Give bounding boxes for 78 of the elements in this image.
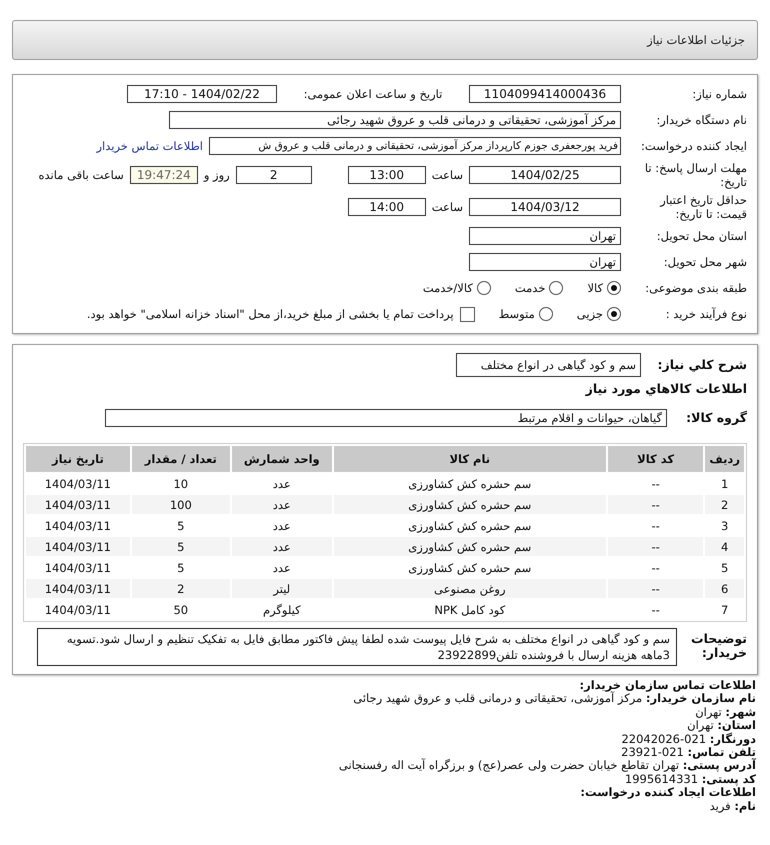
field-label: استان محل تحویل: — [656, 229, 747, 243]
field-label: شماره نیاز: — [691, 87, 747, 101]
field-label: ساعت — [432, 200, 463, 214]
checkbox-label: پرداخت تمام یا بخشی از مبلغ خرید،از محل "اسناد خزانه اسلامی" خواهد بود. — [86, 307, 454, 321]
deadline-time-field: 13:00 — [348, 166, 426, 184]
table-cell: 4 — [705, 537, 744, 556]
radio-button[interactable] — [476, 281, 491, 295]
radio-button[interactable] — [538, 307, 553, 321]
table-cell: -- — [608, 537, 704, 556]
field-label: طبقه بندی موضوعی: — [644, 281, 747, 295]
checkbox[interactable] — [460, 306, 475, 322]
buyer-org-field: مرکز آموزشی، تحقیقاتی و درمانی قلب و عروق شهید رجائی — [169, 111, 621, 129]
table-cell: سم حشره کش کشاورزی — [334, 537, 606, 556]
column-header: ردیف — [705, 446, 744, 472]
summary-field: سم و کود گیاهی در انواع مختلف — [456, 353, 641, 377]
field-label: ایجاد کننده درخواست: — [640, 139, 747, 153]
buyer-notes-text: سم و کود گیاهی در انواع مختلف به شرح فایل پیوست شده لطفا پیش فاکتور مطابق فایل به تفکیک تنظیم و ارسال شود.تسویه 3ماهه هزینه ارسال با فروشنده تلفن23922899 — [37, 628, 677, 666]
table-cell: -- — [608, 495, 704, 514]
table-cell: 5 — [132, 537, 230, 556]
need-number-field: 1104099414000436 — [469, 85, 621, 103]
field-label: ساعت — [432, 168, 463, 182]
column-header: نام کالا — [334, 446, 606, 472]
province-field: تهران — [469, 227, 621, 245]
buyer-contact-link[interactable]: اطلاعات تماس خریدار — [96, 139, 203, 153]
table-cell: سم حشره کش کشاورزی — [334, 495, 606, 514]
table-cell: روغن مصنوعی — [334, 579, 606, 598]
contact-line: نام سازمان خریدار: مرکز آموزشی، تحقیقاتی و درمانی قلب و عروق شهید رجائی — [352, 692, 756, 706]
radio-button[interactable] — [549, 281, 564, 295]
section-title: اطلاعات ایجاد کننده درخواست: — [579, 786, 756, 800]
creator-field: فرید پورجعفری جوزم کارپرداز مرکز آموزشی، تحقیقاتی و درمانی قلب و عروق ش — [209, 137, 621, 155]
table-cell: عدد — [232, 495, 332, 514]
deadline-date-field: 1404/02/25 — [469, 166, 621, 184]
table-cell: 2 — [705, 495, 744, 514]
radio-label: متوسط — [498, 307, 535, 321]
column-header: کد کالا — [608, 446, 704, 472]
table-cell: -- — [608, 579, 704, 598]
radio-button[interactable] — [607, 307, 621, 321]
radio-button[interactable] — [607, 281, 621, 295]
table-cell: لیتر — [232, 579, 332, 598]
table-cell: 2 — [132, 579, 230, 598]
table-cell: 1404/03/11 — [26, 537, 130, 556]
field-label: روز و — [204, 168, 230, 182]
contact-line: شهر: تهران — [695, 706, 756, 720]
field-label: شرح کلي نياز: — [656, 358, 747, 372]
field-label: شهر محل تحویل: — [662, 255, 747, 269]
remaining-time-field: 19:47:24 — [130, 166, 198, 184]
field-label: توضیحات خریدار: — [690, 630, 747, 660]
contact-line: آدرس پستی: تهران تقاطع خیابان حضرت ولی عصر(عج) و برزگراه آیت اله رفسنجانی — [338, 759, 756, 773]
validity-time-field: 14:00 — [348, 198, 426, 216]
radio-label: کالا — [587, 281, 603, 295]
field-label: نوع فرآیند خرید : — [664, 307, 747, 321]
section-title: اطلاعات کالاهاي مورد نياز — [584, 382, 747, 396]
table-cell: 100 — [132, 495, 230, 514]
field-label: مهلت ارسال پاسخ: تا تاریخ: — [644, 161, 747, 189]
city-field: تهران — [469, 253, 621, 271]
table-cell: 1404/03/11 — [26, 579, 130, 598]
field-label: ساعت باقی مانده — [38, 168, 124, 182]
field-label: نام دستگاه خریدار: — [655, 113, 747, 127]
page-title: جزئیات اطلاعات نیاز — [647, 33, 745, 47]
announce-date-field: 1404/02/22 - 17:10 — [127, 85, 277, 103]
radio-label: جزیی — [576, 307, 603, 321]
radio-label: خدمت — [514, 281, 546, 295]
contact-line: نام: فرید — [708, 800, 756, 814]
radio-label: کالا/خدمت — [422, 281, 473, 295]
section-title: اطلاعات تماس سازمان خریدار: — [579, 679, 756, 692]
validity-date-field: 1404/03/12 — [469, 198, 621, 216]
field-label: تاریخ و ساعت اعلان عمومی: — [302, 87, 444, 101]
goods-group-field: گیاهان، حیوانات و اقلام مرتبط — [105, 409, 667, 427]
table-cell: 1404/03/11 — [26, 495, 130, 514]
field-label: گروه کالا: — [685, 411, 747, 425]
table-cell: 6 — [705, 579, 744, 598]
table-cell: عدد — [232, 537, 332, 556]
contact-line: استان: تهران — [686, 719, 756, 732]
column-header: تاریخ نیاز — [26, 446, 130, 472]
column-header: تعداد / مقدار — [132, 446, 230, 472]
days-field: 2 — [236, 166, 312, 184]
field-label: حداقل تاریخ اعتبار قیمت: تا تاریخ: — [658, 193, 747, 221]
column-header: واحد شمارش — [232, 446, 332, 472]
